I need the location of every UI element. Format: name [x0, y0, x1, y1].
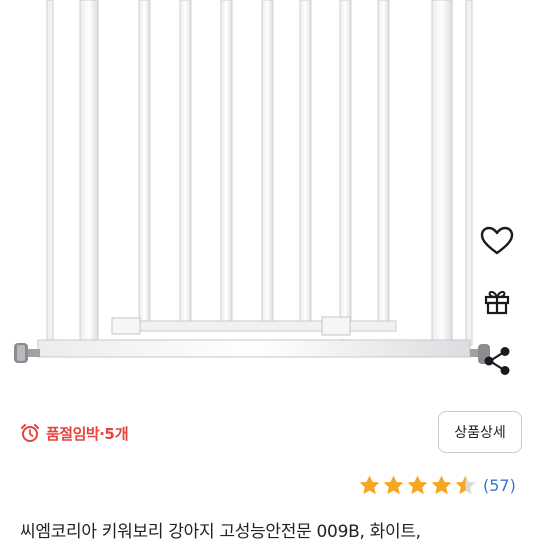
- review-count[interactable]: (57): [483, 476, 516, 495]
- star-icon: [383, 474, 404, 494]
- product-title: 씨엠코리아 키워보리 강아지 고성능안전문 009B, 화이트,: [20, 522, 421, 542]
- stock-count: 5개: [104, 424, 129, 443]
- stock-warning: 품절임박·5개: [20, 421, 129, 445]
- gift-icon: [484, 290, 510, 315]
- alarm-clock-icon: [21, 424, 39, 442]
- rating[interactable]: (57): [358, 472, 516, 498]
- star-icon: [455, 474, 476, 494]
- product-detail-button[interactable]: 상품상세: [438, 411, 522, 453]
- star-icon: [359, 474, 380, 494]
- share-button[interactable]: [470, 338, 524, 384]
- stock-label: 품절임박: [46, 424, 100, 443]
- star-icon: [431, 474, 452, 494]
- pet-gate-photo: [14, 0, 490, 364]
- star-rating: [358, 474, 477, 497]
- product-image[interactable]: [0, 0, 540, 400]
- star-icon: [407, 474, 428, 494]
- heart-outline-icon: [480, 226, 514, 255]
- share-icon: [484, 347, 510, 375]
- wishlist-button[interactable]: [470, 218, 524, 264]
- gift-button[interactable]: [470, 278, 524, 324]
